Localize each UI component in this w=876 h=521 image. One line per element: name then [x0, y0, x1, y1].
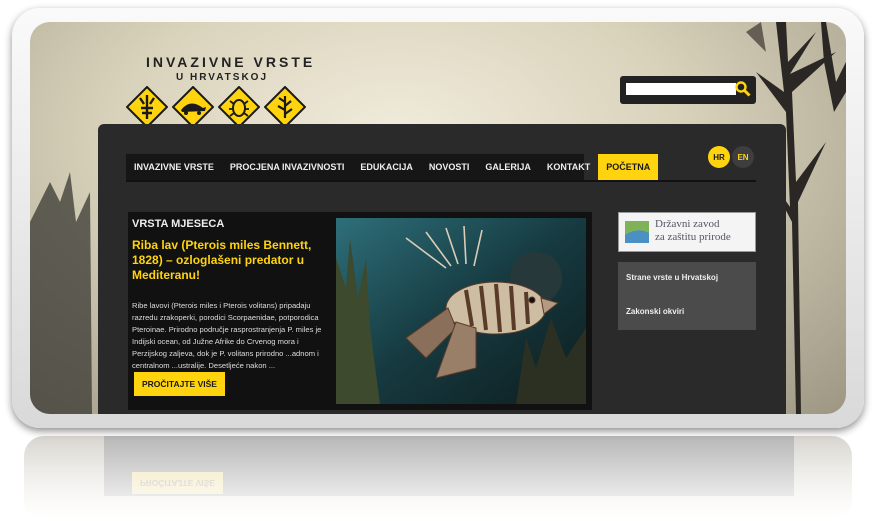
- sidebar-link-strane-vrste[interactable]: Strane vrste u Hrvatskoj: [618, 262, 756, 296]
- screen-reflection: PROČITAJTE VIŠE: [24, 436, 852, 521]
- language-en-button[interactable]: EN: [732, 146, 754, 168]
- lionfish-photo[interactable]: [336, 218, 586, 404]
- nav-item-kontakt[interactable]: KONTAKT: [539, 154, 598, 180]
- beetle-icon: [218, 86, 260, 128]
- dzzp-logo-icon: [625, 221, 649, 243]
- search-box: [620, 76, 756, 104]
- search-icon[interactable]: [734, 80, 752, 98]
- featured-title[interactable]: Riba lav (Pterois miles Bennett, 1828) –…: [132, 238, 332, 283]
- site-subtitle: U HRVATSKOJ: [176, 72, 269, 83]
- nav-item-edukacija[interactable]: EDUKACIJA: [352, 154, 421, 180]
- featured-heading: VRSTA MJESECA: [132, 218, 225, 230]
- main-nav: INVAZIVNE VRSTE PROCJENA INVAZIVNOSTI ED…: [126, 154, 659, 180]
- nav-item-pocetna[interactable]: POČETNA: [598, 154, 659, 180]
- site-title[interactable]: INVAZIVNE VRSTE: [146, 54, 315, 70]
- search-input[interactable]: [626, 83, 736, 95]
- plant-icon: [264, 86, 306, 128]
- reflection-read-more: PROČITAJTE VIŠE: [132, 472, 223, 494]
- dzzp-logo-link[interactable]: Državni zavod za zaštitu prirode: [618, 212, 756, 252]
- language-hr-button[interactable]: HR: [708, 146, 730, 168]
- content-panel: INVAZIVNE VRSTE PROCJENA INVAZIVNOSTI ED…: [98, 124, 786, 414]
- sidebar: Državni zavod za zaštitu prirode Strane …: [618, 212, 756, 330]
- nav-item-novosti[interactable]: NOVOSTI: [421, 154, 478, 180]
- turtle-icon: [172, 86, 214, 128]
- dzzp-logo-text-1: Državni zavod: [655, 218, 720, 230]
- nav-divider: [126, 180, 756, 182]
- nav-item-invazivne-vrste[interactable]: INVAZIVNE VRSTE: [126, 154, 222, 180]
- nav-item-galerija[interactable]: GALERIJA: [477, 154, 539, 180]
- sidebar-links: Strane vrste u Hrvatskoj Zakonski okviri: [618, 262, 756, 330]
- website-screen: INVAZIVNE VRSTE U HRVATSKOJ INVAZIVNE VR…: [30, 22, 846, 414]
- featured-body: Ribe lavovi (Pterois miles i Pterois vol…: [132, 301, 322, 370]
- sidebar-link-zakonski-okviri[interactable]: Zakonski okviri: [618, 296, 756, 330]
- nav-item-procjena[interactable]: PROCJENA INVAZIVNOSTI: [222, 154, 353, 180]
- read-more-button[interactable]: PROČITAJTE VIŠE: [134, 372, 225, 396]
- logo-signs[interactable]: [126, 86, 306, 128]
- lobster-icon: [126, 86, 168, 128]
- featured-species: VRSTA MJESECA Riba lav (Pterois miles Be…: [128, 212, 592, 410]
- browser-frame: INVAZIVNE VRSTE U HRVATSKOJ INVAZIVNE VR…: [12, 8, 864, 428]
- dzzp-logo-text-2: za zaštitu prirode: [655, 231, 731, 243]
